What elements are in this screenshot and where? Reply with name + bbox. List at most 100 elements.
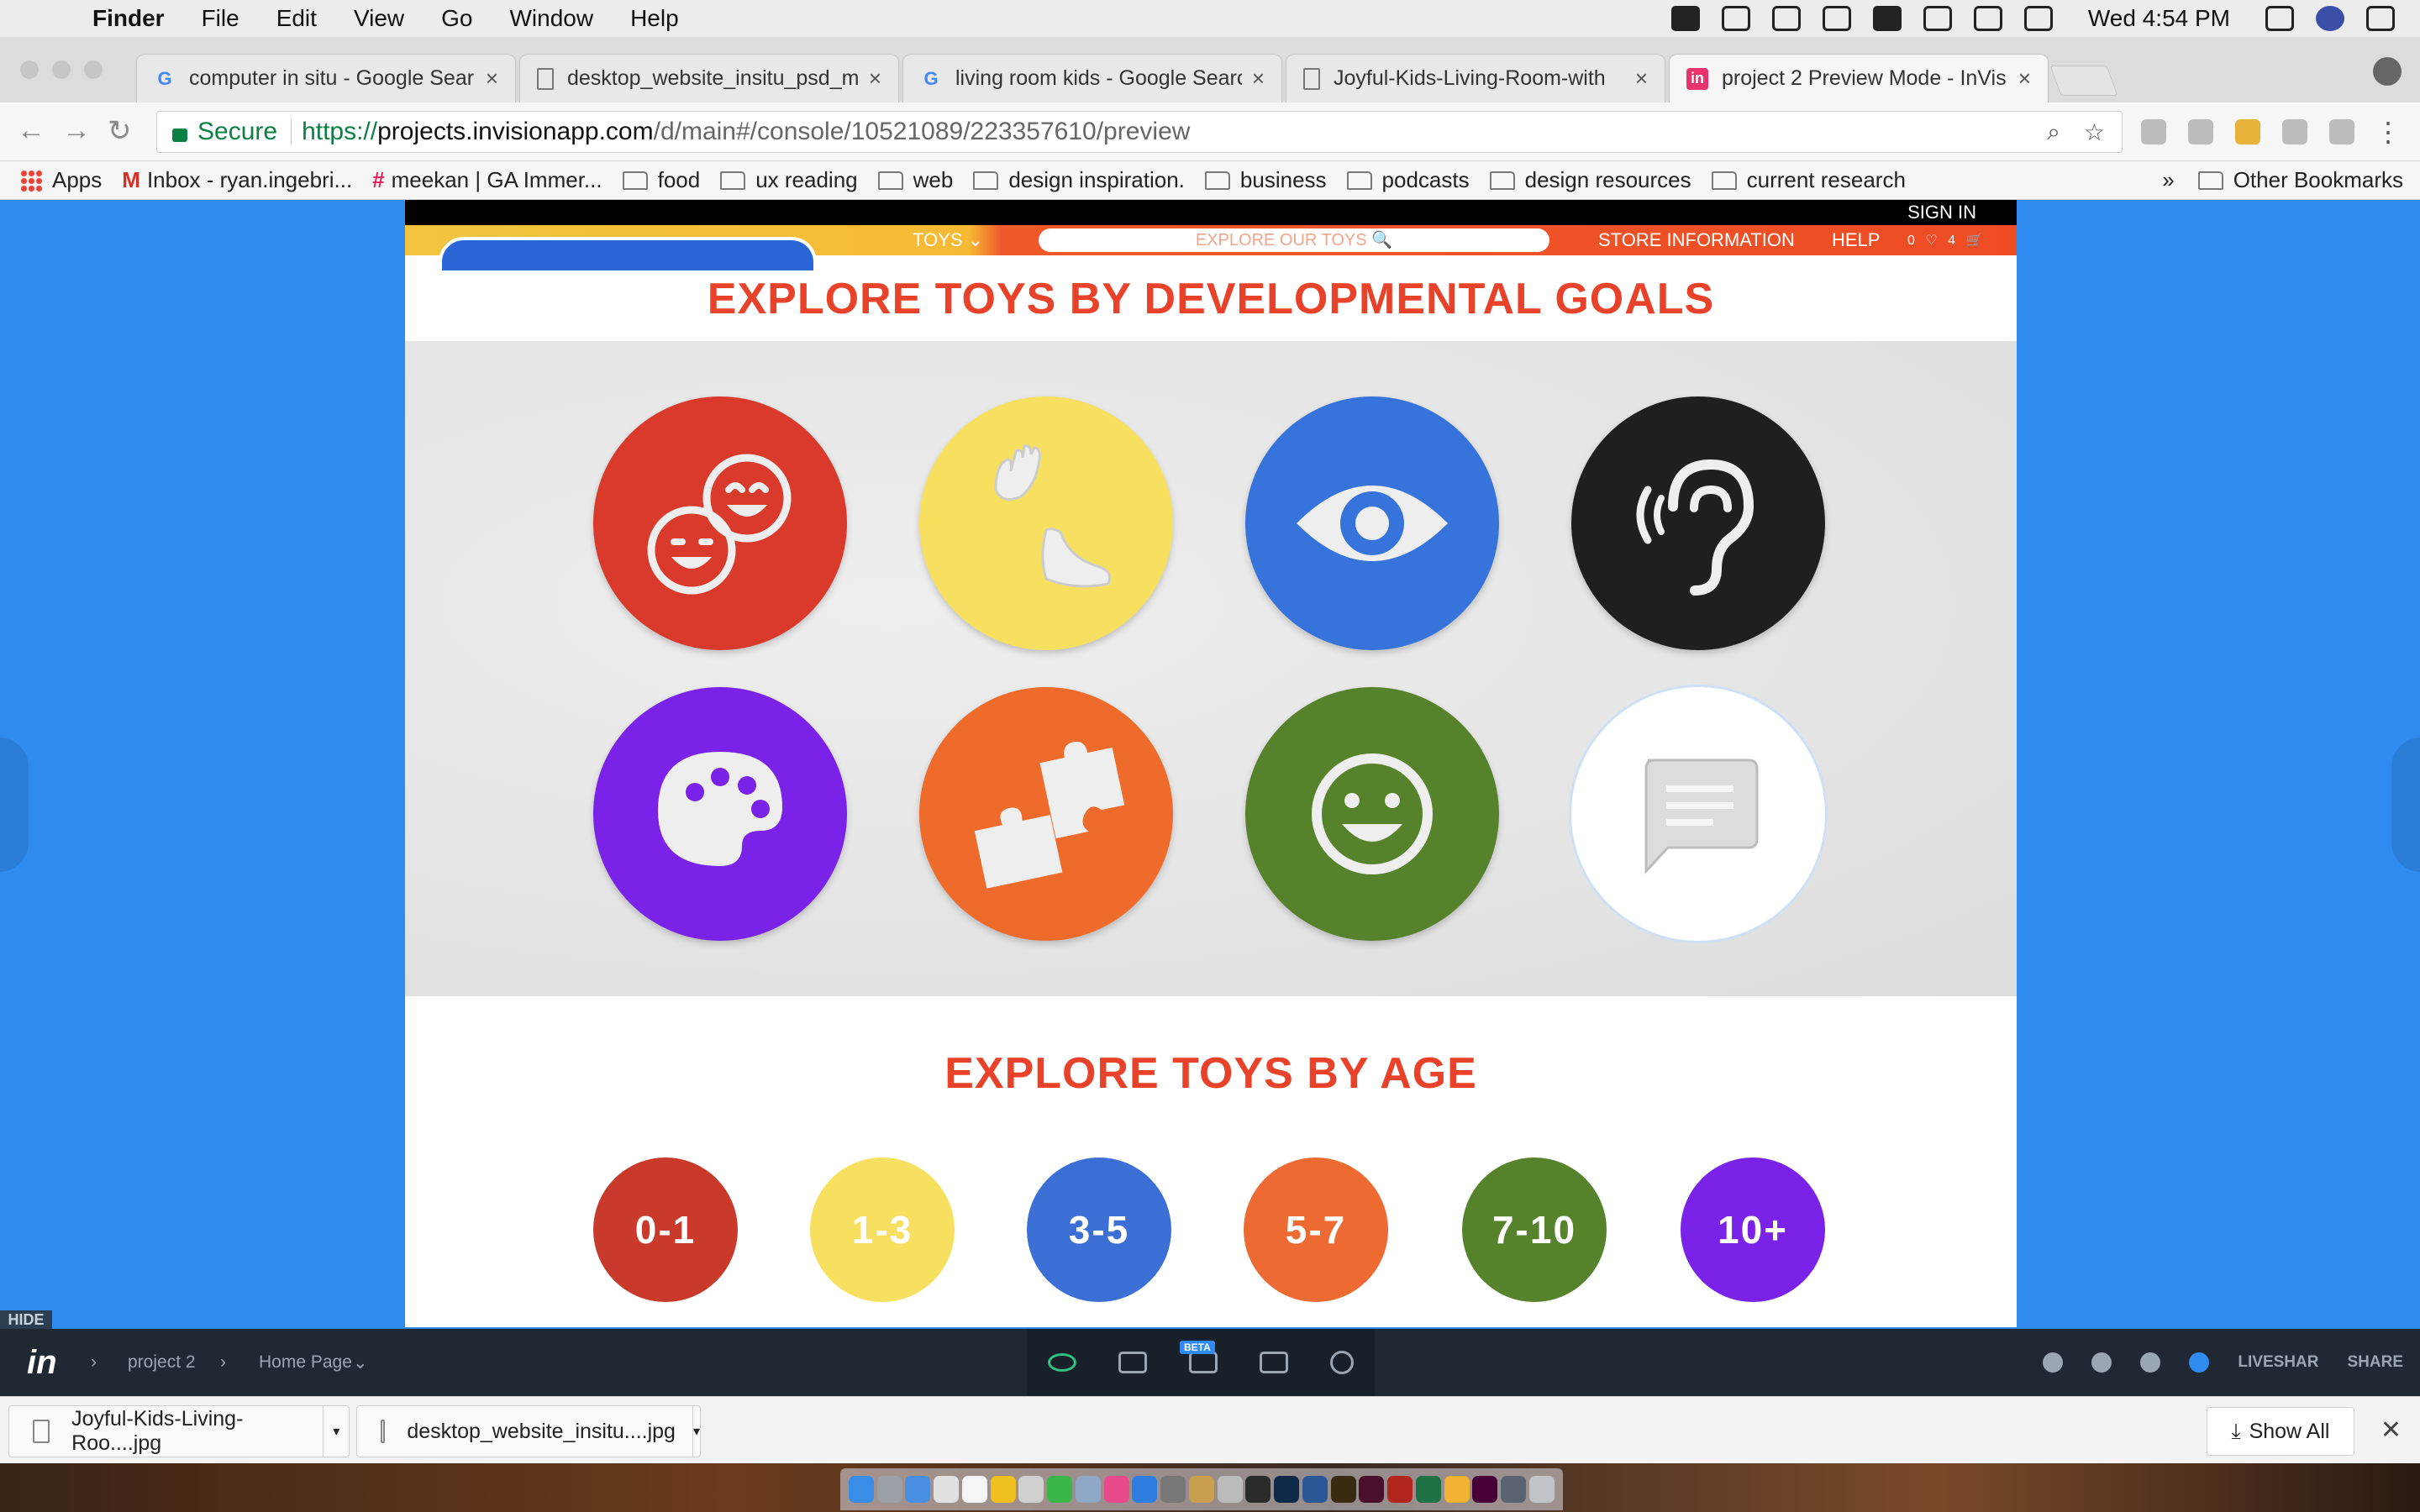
menu-finder[interactable]: Finder — [92, 5, 165, 32]
photos-dock-icon[interactable] — [1075, 1476, 1101, 1503]
safari-dock-icon[interactable] — [905, 1476, 931, 1503]
nav-help[interactable]: HELP — [1832, 229, 1880, 251]
sketch-dock-icon[interactable] — [1444, 1476, 1470, 1503]
download-options-caret[interactable]: ▾ — [692, 1405, 700, 1457]
window-zoom-button[interactable] — [84, 60, 103, 79]
inspect-mode-icon[interactable] — [1260, 1352, 1288, 1373]
goal-motor-skills[interactable] — [919, 396, 1173, 650]
system-preferences-dock-icon[interactable] — [1160, 1476, 1186, 1503]
bookmark-folder-current-research[interactable]: current research — [1711, 167, 1906, 193]
battery-icon[interactable] — [2023, 6, 2053, 31]
xd-dock-icon[interactable] — [1472, 1476, 1498, 1503]
bookmark-folder-design-inspiration[interactable]: design inspiration. — [973, 167, 1185, 193]
status-app-icon[interactable] — [1872, 6, 1902, 31]
new-tab-button[interactable] — [2049, 66, 2118, 96]
drive-icon[interactable] — [1771, 6, 1801, 31]
browser-menu-icon[interactable]: ⋮ — [2375, 116, 2402, 148]
next-screen-arrow[interactable] — [2391, 738, 2420, 872]
liveshare-button[interactable]: LIVESHAR — [2238, 1353, 2318, 1372]
calendar-dock-icon[interactable] — [934, 1476, 960, 1503]
status-app-icon[interactable] — [1670, 6, 1700, 31]
cloud-sync-icon[interactable] — [2091, 1352, 2112, 1373]
browser-tab[interactable]: Joyful-Kids-Living-Room-with × — [1286, 54, 1665, 102]
chrome-dock-icon[interactable] — [990, 1476, 1016, 1503]
preview-mode-eye-icon[interactable] — [1048, 1353, 1076, 1372]
browser-tab[interactable]: G living room kids - Google Searc × — [902, 54, 1282, 102]
browser-tab[interactable]: desktop_website_insitu_psd_m × — [519, 54, 899, 102]
goal-language[interactable] — [1571, 687, 1825, 941]
goal-emotional[interactable] — [1245, 687, 1499, 941]
siri-icon[interactable] — [2316, 6, 2344, 31]
download-item[interactable]: Joyful-Kids-Living-Roo....jpg ▾ — [8, 1405, 350, 1457]
bookmarks-overflow-icon[interactable]: » — [2162, 167, 2174, 193]
breadcrumb-screen[interactable]: Home Page — [259, 1352, 352, 1373]
notification-center-icon[interactable] — [2366, 6, 2395, 31]
forward-arrow-icon[interactable]: → — [62, 114, 91, 147]
invision-logo[interactable]: in — [27, 1344, 57, 1382]
show-all-downloads-button[interactable]: ⤓ Show All — [2207, 1407, 2354, 1456]
tab-close-icon[interactable]: × — [869, 66, 881, 92]
bridge-dock-icon[interactable] — [1245, 1476, 1271, 1503]
build-mode-icon[interactable] — [1118, 1352, 1147, 1373]
age-button-0-1[interactable]: 0-1 — [593, 1158, 738, 1302]
site-search-input[interactable]: EXPLORE OUR TOYS 🔍 — [1039, 228, 1549, 252]
acrobat-dock-icon[interactable] — [1387, 1476, 1413, 1503]
menu-help[interactable]: Help — [630, 5, 679, 32]
bookmark-inbox[interactable]: M Inbox - ryan.ingebri... — [122, 167, 352, 193]
tab-close-icon[interactable]: × — [1635, 66, 1648, 92]
goal-visual[interactable] — [1245, 396, 1499, 650]
window-close-button[interactable] — [20, 60, 39, 79]
tab-close-icon[interactable]: × — [1252, 66, 1265, 92]
preview-dock-icon[interactable] — [1018, 1476, 1044, 1503]
prev-screen-arrow[interactable] — [0, 738, 29, 872]
reload-icon[interactable]: ↻ — [108, 114, 132, 148]
browser-tab-active[interactable]: in project 2 Preview Mode - InVis × — [1669, 54, 2049, 102]
app-store-dock-icon[interactable] — [1132, 1476, 1158, 1503]
trash-dock-icon[interactable] — [1528, 1476, 1555, 1503]
word-dock-icon[interactable] — [1302, 1476, 1328, 1503]
goal-problem-solving[interactable] — [919, 687, 1173, 941]
goal-social-emotional[interactable] — [593, 396, 847, 650]
age-button-10-plus[interactable]: 10+ — [1681, 1158, 1825, 1302]
age-button-5-7[interactable]: 5-7 — [1244, 1158, 1388, 1302]
bookmark-star-icon[interactable]: ☆ — [2084, 118, 2105, 146]
dropbox-icon[interactable] — [1721, 6, 1750, 31]
user-avatar[interactable] — [2189, 1352, 2210, 1373]
music-dock-icon[interactable] — [1103, 1476, 1129, 1503]
extension-icon[interactable] — [2282, 119, 2307, 144]
window-minimize-button[interactable] — [52, 60, 71, 79]
menu-view[interactable]: View — [354, 5, 404, 32]
bookmark-apps[interactable]: Apps — [20, 167, 102, 193]
downloads-stack-dock-icon[interactable] — [1501, 1476, 1527, 1503]
excel-dock-icon[interactable] — [1415, 1476, 1441, 1503]
extension-icon[interactable] — [2141, 119, 2166, 144]
browser-tab[interactable]: G computer in situ - Google Sear × — [136, 54, 516, 102]
illustrator-dock-icon[interactable] — [1330, 1476, 1356, 1503]
address-bar[interactable]: Secure https:// projects.invisionapp.com… — [156, 111, 2123, 153]
sign-in-link[interactable]: SIGN IN — [1907, 202, 1976, 223]
launchpad-dock-icon[interactable] — [876, 1476, 902, 1503]
extension-icon[interactable] — [2235, 119, 2260, 144]
finder-dock-icon[interactable] — [848, 1476, 874, 1503]
help-dock-icon[interactable] — [1217, 1476, 1243, 1503]
tab-close-icon[interactable]: × — [486, 66, 498, 92]
spotlight-search-icon[interactable] — [2265, 6, 2294, 31]
bookmark-folder-podcasts[interactable]: podcasts — [1346, 167, 1470, 193]
goal-creativity[interactable] — [593, 687, 847, 941]
wifi-icon[interactable] — [1923, 6, 1952, 31]
menu-go[interactable]: Go — [441, 5, 472, 32]
age-button-1-3[interactable]: 1-3 — [810, 1158, 955, 1302]
bookmark-folder-other[interactable]: Other Bookmarks — [2197, 167, 2403, 193]
breadcrumb-project[interactable]: project 2 — [128, 1352, 196, 1373]
bookmark-meekan[interactable]: # meekan | GA Immer... — [372, 167, 602, 193]
back-arrow-icon[interactable]: ← — [17, 114, 45, 147]
bookmark-folder-food[interactable]: food — [622, 167, 700, 193]
messages-dock-icon[interactable] — [1047, 1476, 1073, 1503]
nav-toys-dropdown[interactable]: TOYS ⌄ — [913, 229, 983, 251]
zoom-icon[interactable]: ⌕ — [2047, 118, 2060, 146]
menu-edit[interactable]: Edit — [276, 5, 317, 32]
bookmark-folder-design-resources[interactable]: design resources — [1489, 167, 1691, 193]
creative-cloud-icon[interactable] — [1822, 6, 1851, 31]
extension-icon[interactable] — [2188, 119, 2213, 144]
download-options-caret[interactable]: ▾ — [323, 1405, 349, 1457]
